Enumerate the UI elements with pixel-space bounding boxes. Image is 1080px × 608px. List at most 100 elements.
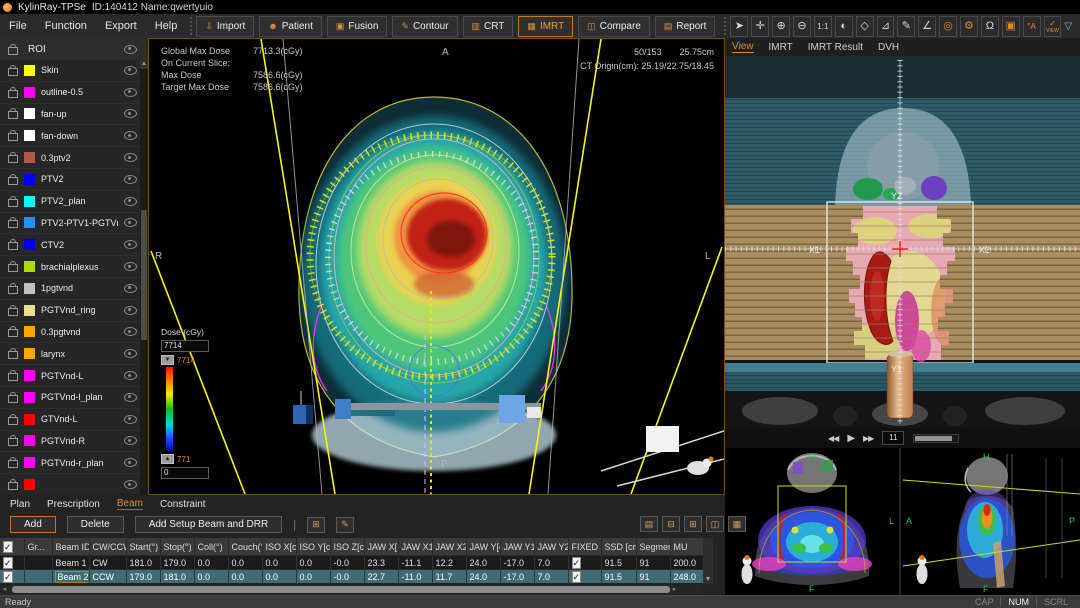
roi-item[interactable]: PTV2 xyxy=(0,169,140,191)
eye-icon[interactable] xyxy=(124,458,137,467)
tab-plan[interactable]: Plan xyxy=(10,499,30,510)
eye-icon[interactable] xyxy=(124,480,137,489)
lock-icon[interactable] xyxy=(8,220,18,228)
machine-icon[interactable]: ⚙ xyxy=(960,16,978,37)
roi-item[interactable]: brachialplexus xyxy=(0,256,140,278)
lock-icon[interactable] xyxy=(8,199,18,207)
zoom-out-icon[interactable]: ⊖ xyxy=(793,16,811,37)
copy-beam-icon[interactable]: ⊞ xyxy=(307,517,325,533)
roi-item[interactable]: PGTVnd_ring xyxy=(0,300,140,322)
fusion-button[interactable]: ▣Fusion xyxy=(327,16,388,37)
lock-icon[interactable] xyxy=(8,47,18,55)
menu-function[interactable]: Function xyxy=(36,20,96,32)
tab-imrt-result[interactable]: IMRT Result xyxy=(808,42,863,53)
isocenter-icon[interactable]: ◇ xyxy=(856,16,874,37)
lock-icon[interactable] xyxy=(8,438,18,446)
add-setup-beam-drr-button[interactable]: Add Setup Beam and DRR xyxy=(135,516,283,533)
lock-icon[interactable] xyxy=(8,329,18,337)
roi-item[interactable]: 0.3ptv2 xyxy=(0,147,140,169)
pointer-icon[interactable]: ➤ xyxy=(730,16,748,37)
beam-row-1[interactable]: Beam 1 CW 181.0 179.0 0.0 0.0 0.0 0.0 -0… xyxy=(0,556,703,570)
roi-item[interactable]: 1pgtvnd xyxy=(0,278,140,300)
tab-view[interactable]: View xyxy=(732,41,754,53)
row-checkbox[interactable] xyxy=(0,556,24,570)
profile-icon[interactable]: ⊿ xyxy=(877,16,895,37)
eye-icon[interactable] xyxy=(124,45,137,54)
tab-prescription[interactable]: Prescription xyxy=(47,499,100,510)
eye-icon[interactable] xyxy=(124,393,137,402)
lock-icon[interactable] xyxy=(8,351,18,359)
panel-tool-icon-2[interactable]: ⊟ xyxy=(662,516,680,532)
menu-help[interactable]: Help xyxy=(146,20,187,32)
beams-eye-view[interactable]: X1 X2 Y2 Y1 xyxy=(725,56,1080,428)
crt-button[interactable]: ▥CRT xyxy=(463,16,514,37)
lock-icon[interactable]: Ω xyxy=(981,16,999,37)
eye-icon[interactable] xyxy=(124,131,137,140)
lock-icon[interactable] xyxy=(8,177,18,185)
view-icon[interactable]: ✓VIEW xyxy=(1044,16,1062,37)
lock-icon[interactable] xyxy=(8,133,18,141)
lock-icon[interactable] xyxy=(8,417,18,425)
lock-icon[interactable] xyxy=(8,155,18,163)
playback-slider[interactable] xyxy=(913,434,959,443)
fixed-checkbox[interactable] xyxy=(568,556,601,570)
scrollbar-thumb[interactable] xyxy=(141,210,147,340)
axial-dose-view[interactable]: Global Max Dose7713.3(cGy) On Current Sl… xyxy=(148,38,725,495)
table-horizontal-scrollbar[interactable]: ◂ ▸ xyxy=(0,585,700,594)
lock-icon[interactable] xyxy=(8,68,18,76)
compare-button[interactable]: ◫Compare xyxy=(578,16,650,37)
scroll-left-icon[interactable]: ◂ xyxy=(0,585,9,594)
lock-icon[interactable] xyxy=(8,264,18,272)
eye-icon[interactable] xyxy=(124,436,137,445)
lock-icon[interactable] xyxy=(8,242,18,250)
frame-number-input[interactable]: 11 xyxy=(882,431,904,445)
menu-export[interactable]: Export xyxy=(96,20,146,32)
table-vertical-scrollbar[interactable]: ▼ xyxy=(703,538,713,584)
lock-icon[interactable] xyxy=(8,395,18,403)
beam-row-2[interactable]: Beam 2 CCW 179.0 181.0 0.0 0.0 0.0 0.0 -… xyxy=(0,570,703,584)
menu-file[interactable]: File xyxy=(0,20,36,32)
eye-icon[interactable] xyxy=(124,66,137,75)
panel-tool-icon-4[interactable]: ◫ xyxy=(706,516,724,532)
eye-icon[interactable] xyxy=(124,349,137,358)
add-beam-button[interactable]: Add xyxy=(10,516,56,533)
eye-icon[interactable] xyxy=(124,262,137,271)
eye-icon[interactable] xyxy=(124,175,137,184)
eye-icon[interactable] xyxy=(124,218,137,227)
panel-tool-icon-1[interactable]: ▤ xyxy=(640,516,658,532)
roi-item[interactable]: fan-down xyxy=(0,125,140,147)
tab-beam[interactable]: Beam xyxy=(117,498,143,510)
roi-item[interactable]: PTV2_plan xyxy=(0,191,140,213)
lock-icon[interactable] xyxy=(8,460,18,468)
fixed-checkbox[interactable] xyxy=(568,570,601,584)
colorbar-max-handle[interactable]: ▼ xyxy=(161,355,174,365)
eye-icon[interactable] xyxy=(124,109,137,118)
roi-item[interactable]: PGTVnd-r_plan xyxy=(0,452,140,474)
eye-icon[interactable] xyxy=(124,197,137,206)
panel-tool-icon-3[interactable]: ⊞ xyxy=(684,516,702,532)
eye-icon[interactable] xyxy=(124,306,137,315)
colorbar-min-handle[interactable]: ▲ xyxy=(161,454,174,464)
eye-icon[interactable] xyxy=(124,415,137,424)
tab-imrt[interactable]: IMRT xyxy=(769,42,793,53)
coronal-sagittal-views[interactable]: H R L F H A P F xyxy=(725,448,1080,595)
angle-icon[interactable]: ∠ xyxy=(918,16,936,37)
lock-icon[interactable] xyxy=(8,286,18,294)
tab-dvh[interactable]: DVH xyxy=(878,42,899,53)
scroll-right-icon[interactable]: ▸ xyxy=(670,585,679,594)
window-level-icon[interactable]: ◐ xyxy=(835,16,853,37)
scroll-down-icon[interactable]: ▼ xyxy=(703,576,713,583)
target-icon[interactable]: ◎ xyxy=(939,16,957,37)
patient-button[interactable]: ☻Patient xyxy=(259,16,322,37)
roi-item[interactable]: fan-up xyxy=(0,104,140,126)
toolbar-overflow-icon[interactable]: ▽ xyxy=(1064,21,1072,32)
imrt-button[interactable]: ▦IMRT xyxy=(518,16,573,37)
save-icon[interactable]: ▣ xyxy=(1002,16,1020,37)
roi-item[interactable]: larynx xyxy=(0,343,140,365)
eye-icon[interactable] xyxy=(124,240,137,249)
contour-button[interactable]: ✎Contour xyxy=(392,16,457,37)
eye-icon[interactable] xyxy=(124,371,137,380)
measure-icon[interactable]: ✎ xyxy=(897,16,915,37)
roi-item[interactable] xyxy=(0,474,140,493)
roi-item[interactable]: PGTVnd-R xyxy=(0,431,140,453)
